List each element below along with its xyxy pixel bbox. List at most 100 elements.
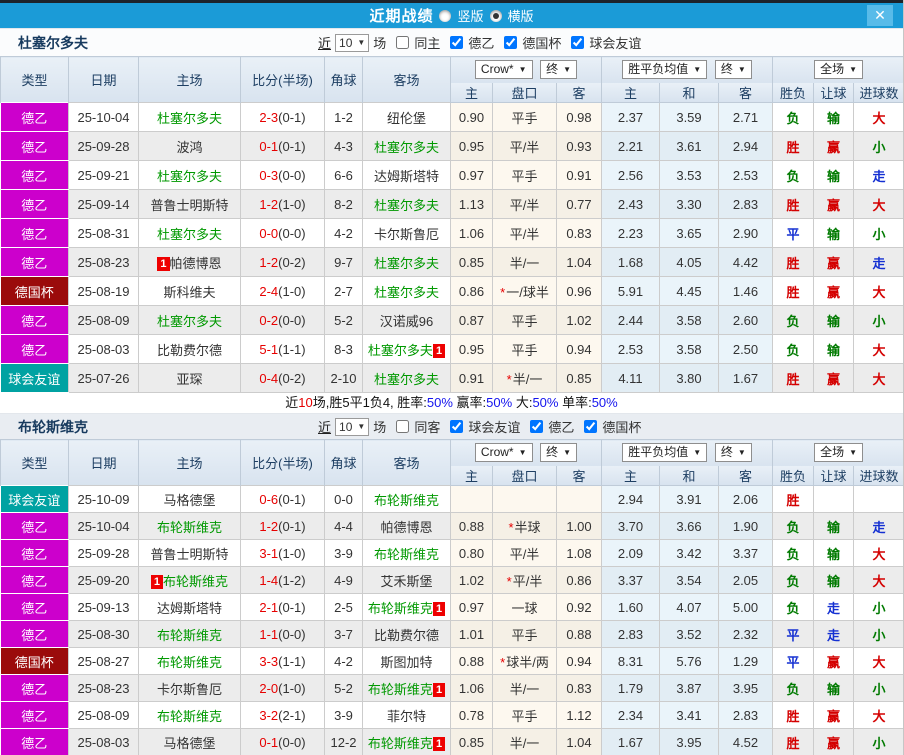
bookmaker-group: Crow*▼ 终▼ <box>451 440 602 466</box>
team-name: 汉诺威96 <box>380 314 433 329</box>
team-name: 普鲁士明斯特 <box>150 547 228 562</box>
recent-link[interactable]: 近 <box>318 417 331 436</box>
league-label-1[interactable]: 球会友谊 <box>468 417 520 436</box>
result-handicap-cell: 输 <box>814 103 854 132</box>
match-row: 球会友谊25-07-26亚琛0-4(0-2)2-10杜塞尔多夫0.91*半/一0… <box>1 364 904 393</box>
matches-table-duesseldorf: 类型 日期 主场 比分(半场) 角球 客场 Crow*▼ 终▼ 胜平负均值▼ 终… <box>0 56 904 393</box>
chevron-down-icon: ▼ <box>849 444 857 461</box>
final-avg-select[interactable]: 终▼ <box>715 60 752 79</box>
col-date: 日期 <box>69 57 139 103</box>
date-cell: 25-08-03 <box>69 729 139 755</box>
same-venue-label[interactable]: 同主 <box>414 33 440 52</box>
league-checkbox-1[interactable] <box>450 36 463 49</box>
league-label-2[interactable]: 德国杯 <box>522 33 561 52</box>
odds-handicap-cell: 半/一 <box>493 675 557 702</box>
avg-select[interactable]: 胜平负均值▼ <box>622 443 707 462</box>
final-avg-select[interactable]: 终▼ <box>715 443 752 462</box>
fulltime-select[interactable]: 全场▼ <box>814 60 863 79</box>
live-star-icon: * <box>507 372 512 387</box>
avg-select[interactable]: 胜平负均值▼ <box>622 60 707 79</box>
result-goals-cell: 小 <box>854 729 904 755</box>
away-team-cell: 帕德博恩 <box>363 513 451 540</box>
vertical-layout-radio[interactable] <box>439 10 451 22</box>
league-checkbox-3[interactable] <box>571 36 584 49</box>
avg-away-cell: 2.83 <box>719 702 773 729</box>
match-row: 德乙25-08-231帕德博恩1-2(0-2)9-7杜塞尔多夫0.85半/一1.… <box>1 248 904 277</box>
odds-handicap-cell: 平/半 <box>493 190 557 219</box>
match-type-badge: 德乙 <box>1 594 69 621</box>
avg-draw-cell: 3.58 <box>660 335 719 364</box>
odds-handicap-cell: *球半/两 <box>493 648 557 675</box>
odds-away-cell: 0.96 <box>557 277 602 306</box>
final-odds-select[interactable]: 终▼ <box>540 443 577 462</box>
league-checkbox-3[interactable] <box>584 420 597 433</box>
odds-handicap-cell: 平手 <box>493 702 557 729</box>
team-name: 布轮斯维克 <box>368 682 433 697</box>
same-venue-checkbox[interactable] <box>396 36 409 49</box>
odds-away-cell: 1.00 <box>557 513 602 540</box>
odds-home-cell: 0.85 <box>451 248 493 277</box>
odds-home-cell: 0.78 <box>451 702 493 729</box>
matches-label: 场 <box>373 417 386 436</box>
fulltime-select[interactable]: 全场▼ <box>814 443 863 462</box>
league-label-3[interactable]: 德国杯 <box>602 417 641 436</box>
date-cell: 25-07-26 <box>69 364 139 393</box>
odds-handicap-cell: 平手 <box>493 621 557 648</box>
col-type: 类型 <box>1 57 69 103</box>
league-label-3[interactable]: 球会友谊 <box>589 33 641 52</box>
league-checkbox-2[interactable] <box>530 420 543 433</box>
avg-draw-cell: 3.87 <box>660 675 719 702</box>
horizontal-layout-label[interactable]: 横版 <box>508 6 534 25</box>
red-card-badge: 1 <box>433 602 445 616</box>
date-cell: 25-08-31 <box>69 219 139 248</box>
match-type-badge: 德乙 <box>1 103 69 132</box>
odds-away-cell: 0.83 <box>557 675 602 702</box>
away-team-cell: 菲尔特 <box>363 702 451 729</box>
odds-away-cell: 0.86 <box>557 567 602 594</box>
recent-count-select[interactable]: 10▼ <box>335 418 369 436</box>
odds-handicap-cell: 平手 <box>493 161 557 190</box>
close-icon[interactable]: ✕ <box>867 5 893 26</box>
same-venue-checkbox[interactable] <box>396 420 409 433</box>
avg-away-cell: 2.50 <box>719 335 773 364</box>
odds-away-cell: 1.08 <box>557 540 602 567</box>
score-cell: 1-1(0-0) <box>241 621 325 648</box>
summary-part: 单率: <box>558 395 591 410</box>
league-label-1[interactable]: 德乙 <box>468 33 494 52</box>
avg-draw-cell: 3.91 <box>660 486 719 513</box>
avg-home-cell: 2.23 <box>602 219 660 248</box>
recent-count-select[interactable]: 10▼ <box>335 34 369 52</box>
final-odds-select[interactable]: 终▼ <box>540 60 577 79</box>
same-venue-label[interactable]: 同客 <box>414 417 440 436</box>
live-star-icon: * <box>500 285 505 300</box>
odds-handicap-cell: *半/一 <box>493 364 557 393</box>
avg-group: 胜平负均值▼ 终▼ <box>602 440 773 466</box>
result-handicap-cell: 赢 <box>814 729 854 755</box>
match-row: 德乙25-09-28波鸿0-1(0-1)4-3杜塞尔多夫0.95平/半0.932… <box>1 132 904 161</box>
corner-cell: 4-3 <box>325 132 363 161</box>
score-cell: 0-3(0-0) <box>241 161 325 190</box>
odds-home-cell: 1.13 <box>451 190 493 219</box>
section-header-duesseldorf: 杜塞尔多夫 近 10▼ 场 同主 德乙 德国杯 球会友谊 <box>0 28 903 56</box>
team-name: 杜塞尔多夫 <box>374 198 439 213</box>
match-type-badge: 德乙 <box>1 248 69 277</box>
odds-home-cell: 0.85 <box>451 729 493 755</box>
odds-handicap-cell: 半/一 <box>493 729 557 755</box>
bookmaker-select[interactable]: Crow*▼ <box>475 60 533 79</box>
horizontal-layout-radio[interactable] <box>490 10 502 22</box>
vertical-layout-label[interactable]: 竖版 <box>457 6 483 25</box>
col-home: 主场 <box>139 57 241 103</box>
odds-handicap-cell: *一/球半 <box>493 277 557 306</box>
avg-away-cell: 2.05 <box>719 567 773 594</box>
team-title: 布轮斯维克 <box>18 417 318 437</box>
home-team-cell: 1帕德博恩 <box>139 248 241 277</box>
recent-link[interactable]: 近 <box>318 33 331 52</box>
league-checkbox-1[interactable] <box>450 420 463 433</box>
league-checkbox-2[interactable] <box>504 36 517 49</box>
avg-draw-cell: 4.07 <box>660 594 719 621</box>
bookmaker-select[interactable]: Crow*▼ <box>475 443 533 462</box>
corner-cell: 2-5 <box>325 594 363 621</box>
league-label-2[interactable]: 德乙 <box>548 417 574 436</box>
odds-home-cell: 0.88 <box>451 513 493 540</box>
panel-title: 近期战绩 <box>369 5 433 26</box>
